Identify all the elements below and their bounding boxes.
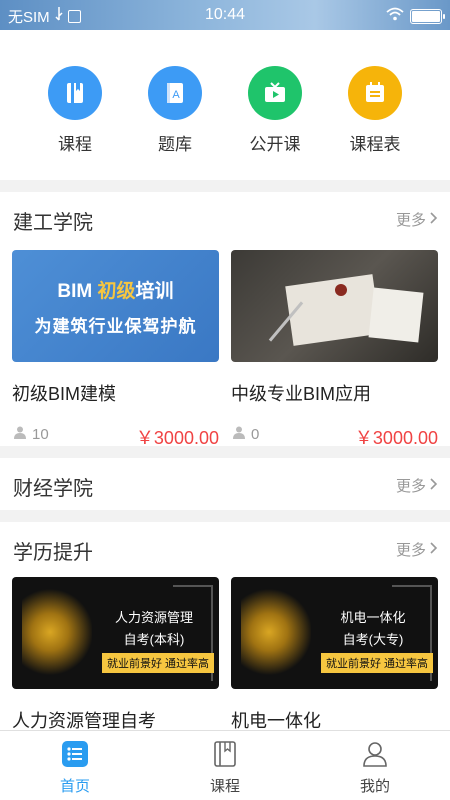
- quick-nav-label: 公开课: [249, 135, 301, 154]
- chevron-right-icon: [430, 477, 438, 494]
- course-thumbnail: [231, 250, 438, 362]
- section-title: 财经学院: [13, 478, 93, 500]
- quick-nav-schedule[interactable]: 课程表: [325, 66, 425, 155]
- quick-nav-label: 课程表: [349, 135, 401, 154]
- svg-text:A: A: [172, 89, 180, 101]
- status-bar: 无SIM 10:44: [0, 0, 450, 30]
- banner-text: 自考(本科): [123, 632, 185, 647]
- course-thumbnail: BIM 初级培训 为建筑行业保驾护航: [12, 250, 219, 362]
- enroll-count: 0: [233, 426, 259, 443]
- more-link[interactable]: 更多: [396, 539, 438, 560]
- banner-text: 自考(大专): [342, 632, 404, 647]
- enroll-count-value: 0: [251, 426, 260, 443]
- schedule-icon: [348, 66, 402, 120]
- course-title: 中级专业BIM应用: [231, 384, 372, 404]
- banner-text: BIM: [57, 281, 98, 302]
- banner-text: 机电一体化: [340, 610, 406, 625]
- banner-text: 培训: [135, 281, 174, 302]
- banner-tag: 就业前景好 通过率高: [321, 653, 433, 673]
- banner-tag: 就业前景好 通过率高: [102, 653, 214, 673]
- tab-label: 我的: [359, 778, 390, 795]
- clock: 10:44: [204, 6, 246, 23]
- more-label: 更多: [395, 478, 426, 495]
- course-thumbnail: 机电一体化 自考(大专) 就业前景好 通过率高: [231, 577, 438, 689]
- section-header: 建工学院 更多: [0, 192, 450, 244]
- banner-text: 人力资源管理: [114, 610, 193, 625]
- user-icon: [14, 426, 26, 443]
- more-label: 更多: [395, 542, 426, 559]
- enroll-count: 10: [14, 426, 49, 443]
- course-title: 初级BIM建模: [12, 384, 117, 404]
- section-header: 财经学院 更多: [0, 458, 450, 510]
- quick-nav: 课程 A 题库 公开课 课程表: [0, 30, 450, 180]
- book-outline-icon: [175, 739, 275, 769]
- section-title: 建工学院: [13, 212, 93, 234]
- tv-play-icon: [248, 66, 302, 120]
- tab-profile[interactable]: 我的: [325, 739, 425, 796]
- course-card[interactable]: 机电一体化 自考(大专) 就业前景好 通过率高 机电一体化: [231, 577, 438, 733]
- battery-icon: [410, 8, 445, 24]
- wifi-icon: [386, 7, 404, 25]
- question-bank-icon: A: [148, 66, 202, 120]
- quick-nav-course[interactable]: 课程: [25, 66, 125, 155]
- more-link[interactable]: 更多: [396, 475, 438, 496]
- course-meta: 10 ￥3000.00: [12, 424, 219, 448]
- home-list-icon: [25, 739, 125, 769]
- more-label: 更多: [395, 212, 426, 229]
- course-price: ￥3000.00: [354, 428, 438, 448]
- section-xueli: 学历提升 更多 人力资源管理 自考(本科) 就业前景好 通过率高 人力资源管理自…: [0, 522, 450, 733]
- section-caijing: 财经学院 更多: [0, 458, 450, 510]
- banner-text: 初级: [97, 281, 136, 302]
- more-link[interactable]: 更多: [396, 209, 438, 230]
- quick-nav-label: 题库: [158, 135, 192, 154]
- quick-nav-question-bank[interactable]: A 题库: [125, 66, 225, 155]
- tab-label: 首页: [59, 778, 90, 795]
- course-price: ￥3000.00: [135, 428, 219, 448]
- tab-bar: 首页 课程 我的: [0, 730, 450, 800]
- course-meta: 0 ￥3000.00: [231, 424, 438, 448]
- section-title: 学历提升: [13, 542, 93, 564]
- tab-home[interactable]: 首页: [25, 739, 125, 796]
- tab-label: 课程: [209, 778, 240, 795]
- banner-text: 为建筑行业保驾护航: [34, 317, 197, 336]
- status-right: [386, 7, 445, 25]
- course-thumbnail: 人力资源管理 自考(本科) 就业前景好 通过率高: [12, 577, 219, 689]
- section-header: 学历提升 更多: [0, 522, 450, 574]
- user-icon: [233, 426, 245, 443]
- chevron-right-icon: [430, 211, 438, 228]
- book-icon: [48, 66, 102, 120]
- course-card[interactable]: 中级专业BIM应用 0 ￥3000.00: [231, 250, 438, 448]
- tab-course[interactable]: 课程: [175, 739, 275, 796]
- chevron-right-icon: [430, 541, 438, 558]
- section-jiangong: 建工学院 更多 BIM 初级培训 为建筑行业保驾护航 初级BIM建模 10 ￥3…: [0, 192, 450, 448]
- quick-nav-label: 课程: [58, 135, 92, 154]
- quick-nav-open-class[interactable]: 公开课: [225, 66, 325, 155]
- course-card[interactable]: 人力资源管理 自考(本科) 就业前景好 通过率高 人力资源管理自考: [12, 577, 219, 733]
- course-card[interactable]: BIM 初级培训 为建筑行业保驾护航 初级BIM建模 10 ￥3000.00: [12, 250, 219, 448]
- enroll-count-value: 10: [32, 426, 49, 443]
- user-outline-icon: [325, 739, 425, 769]
